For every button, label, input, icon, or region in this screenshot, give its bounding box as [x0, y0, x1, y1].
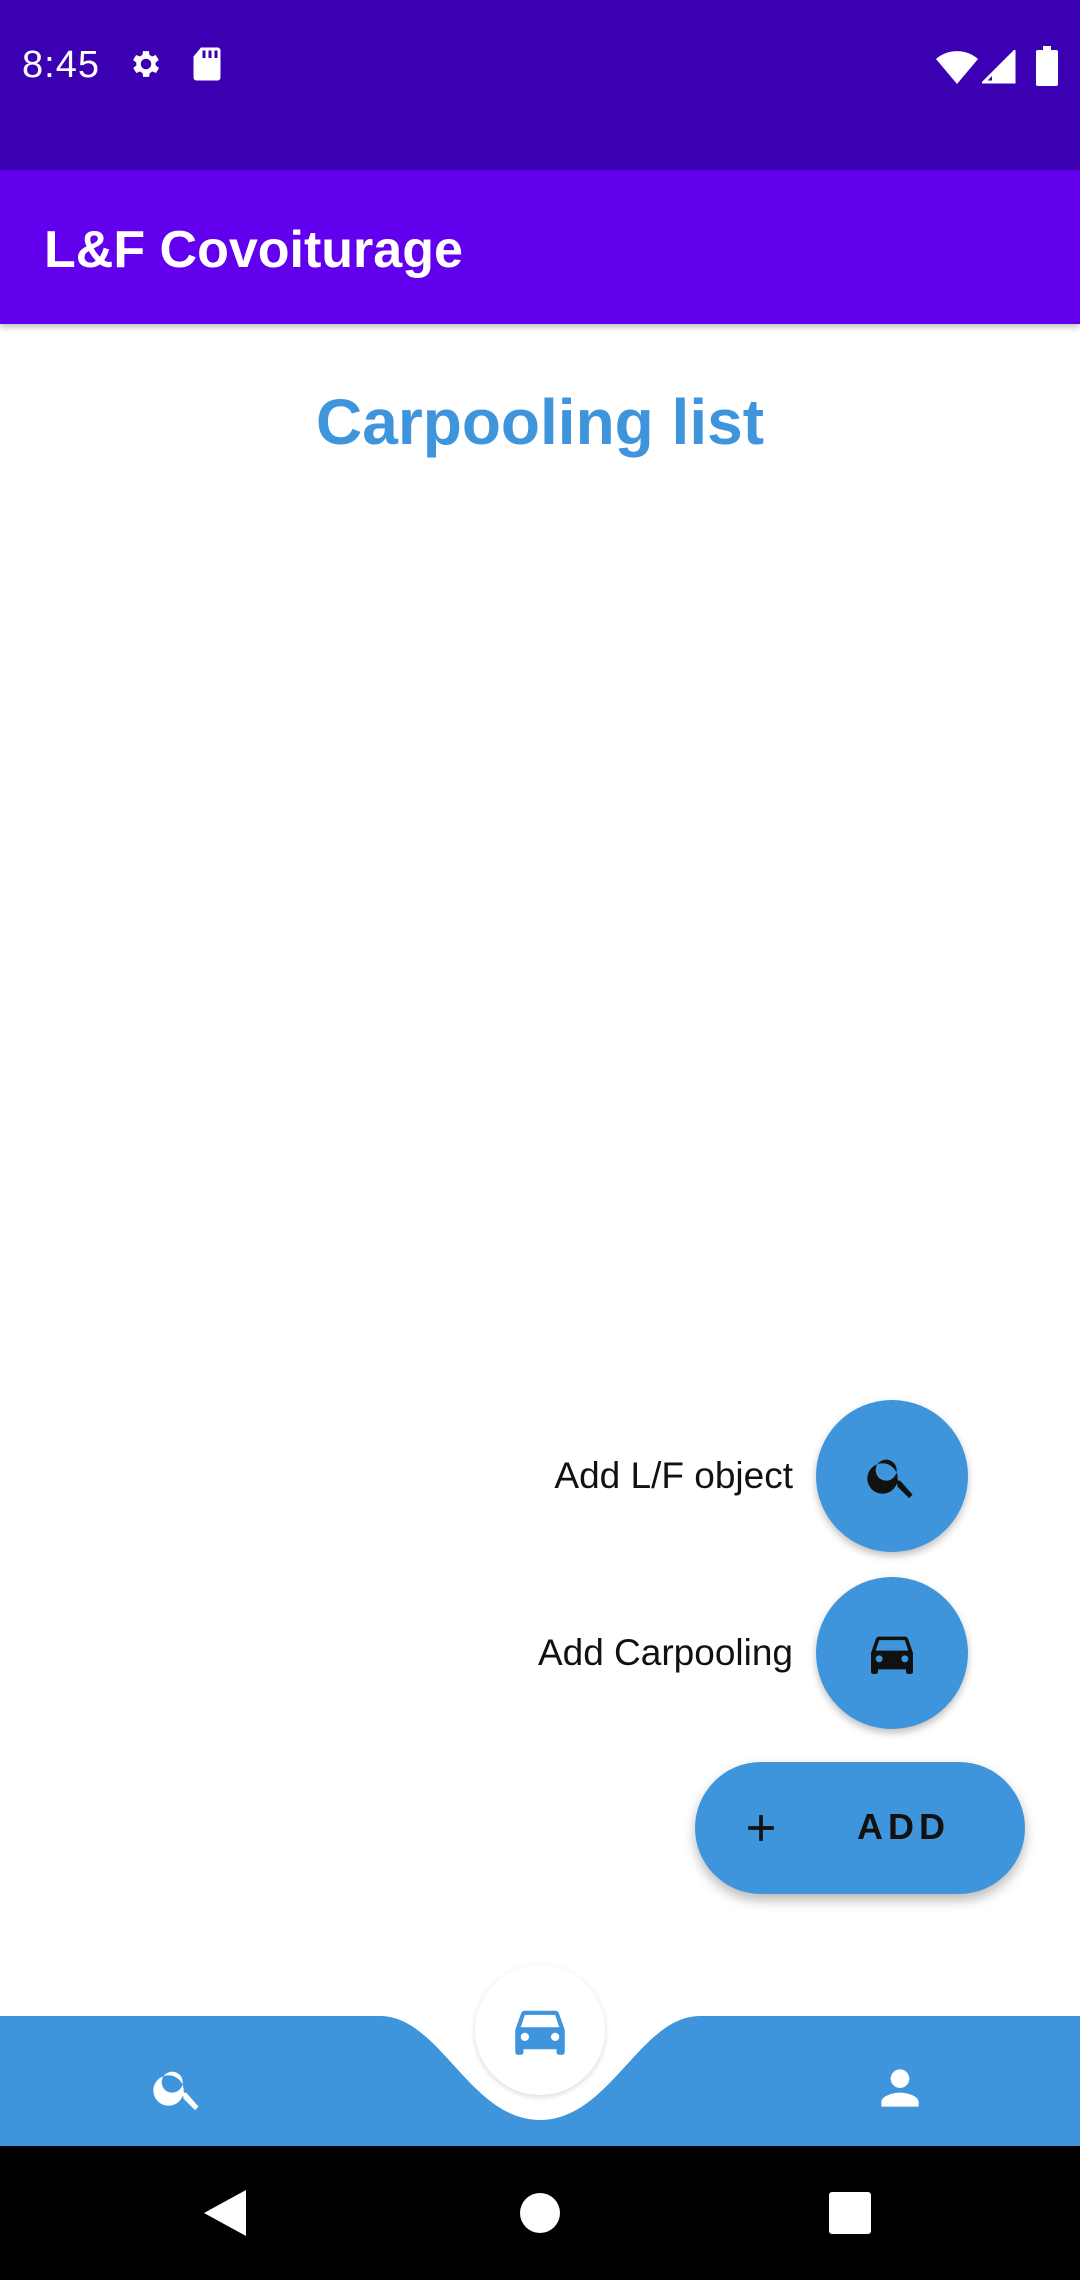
nav-item-profile[interactable] — [872, 2060, 928, 2121]
nav-item-carpooling[interactable] — [475, 1965, 605, 2095]
car-icon — [871, 1636, 913, 1674]
cell-signal-icon — [982, 50, 1016, 84]
home-icon[interactable] — [519, 2192, 561, 2234]
status-bar: 8:45 — [0, 0, 1080, 170]
settings-icon — [133, 51, 160, 77]
person-icon — [881, 2069, 919, 2107]
battery-icon — [1036, 46, 1058, 86]
car-icon — [515, 2010, 565, 2055]
fab-label-add-lf-object[interactable]: Add L/F object — [554, 1455, 793, 1497]
add-button-label: ADD — [857, 1806, 950, 1847]
fab-label-add-carpooling[interactable]: Add Carpooling — [538, 1632, 793, 1674]
wifi-icon — [936, 51, 978, 84]
status-time: 8:45 — [22, 44, 100, 86]
app-title: L&F Covoiturage — [44, 221, 463, 279]
plus-icon — [748, 1815, 774, 1841]
search-icon — [867, 1459, 913, 1499]
search-icon — [153, 2071, 199, 2111]
add-lf-object-button[interactable] — [816, 1400, 968, 1552]
back-icon[interactable] — [204, 2190, 246, 2236]
add-extended-fab[interactable]: ADD — [695, 1762, 1025, 1894]
sd-card-icon — [193, 47, 221, 81]
system-navigation-bar — [0, 2146, 1080, 2280]
nav-item-search[interactable] — [150, 2060, 206, 2121]
recents-icon[interactable] — [829, 2192, 871, 2234]
page-title: Carpooling list — [316, 386, 764, 458]
add-carpooling-button[interactable] — [816, 1577, 968, 1729]
app-bar: L&F Covoiturage — [0, 170, 1080, 324]
